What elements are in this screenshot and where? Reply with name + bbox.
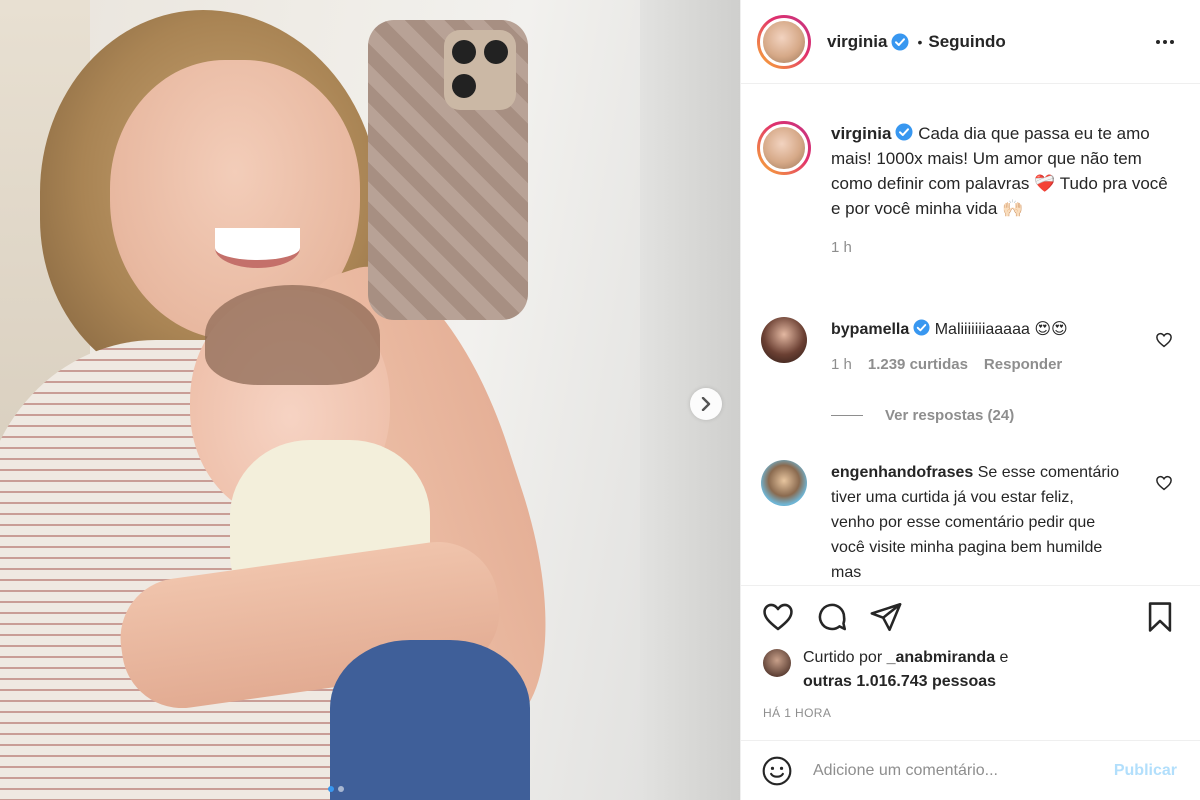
heart-icon[interactable] xyxy=(761,600,795,634)
comment-icon[interactable] xyxy=(815,600,849,634)
comment-text: Se esse comentário tiver uma curtida já … xyxy=(831,464,1120,581)
author-username[interactable]: virginia xyxy=(827,32,887,52)
photo-phone-camera xyxy=(444,30,516,110)
comment-item: bypamella Maliiiiiiiaaaaa 😍😍 1 h 1.239 c… xyxy=(757,317,1177,377)
comment-likes[interactable]: 1.239 curtidas xyxy=(868,352,968,377)
photo-jeans xyxy=(330,640,530,800)
comment-input[interactable]: Adicione um comentário... xyxy=(813,762,1114,780)
liker-avatar[interactable] xyxy=(763,649,791,677)
carousel-dot xyxy=(338,786,344,792)
carousel-dot-active xyxy=(328,786,334,792)
follow-status-button[interactable]: Seguindo xyxy=(928,32,1005,52)
share-icon[interactable] xyxy=(869,600,903,634)
carousel-dots xyxy=(328,786,344,792)
comment-avatar[interactable] xyxy=(761,460,807,506)
caption-time: 1 h xyxy=(831,239,852,256)
comment-time: 1 h xyxy=(831,356,852,373)
likes-summary: Curtido por _anabmiranda e outras 1.016.… xyxy=(763,646,1183,694)
likes-prefix: Curtido por xyxy=(803,649,883,666)
add-comment-bar: Adicione um comentário... Publicar xyxy=(741,740,1200,800)
bookmark-icon[interactable] xyxy=(1143,600,1177,634)
verified-badge-icon xyxy=(913,319,930,336)
photo-smile xyxy=(215,228,300,268)
post-header: virginia • Seguindo xyxy=(741,0,1200,84)
caption-username[interactable]: virginia xyxy=(831,124,891,143)
post-caption: virginia Cada dia que passa eu te amo ma… xyxy=(757,121,1177,260)
comment-text: Maliiiiiiiaaaaa 😍😍 xyxy=(934,321,1068,338)
comment-reply-button[interactable]: Responder xyxy=(984,352,1062,377)
post-actions-bar xyxy=(741,585,1200,655)
carousel-next-button[interactable] xyxy=(690,388,722,420)
likes-connector: e xyxy=(999,649,1009,666)
comment-username[interactable]: engenhandofrases xyxy=(831,464,973,481)
verified-badge-icon xyxy=(895,123,913,141)
comments-list[interactable]: virginia Cada dia que passa eu te amo ma… xyxy=(741,85,1200,585)
view-replies-button[interactable]: Ver respostas (24) xyxy=(831,407,1014,424)
comment-like-heart-icon[interactable] xyxy=(1155,331,1173,349)
comment-item: engenhandofrases Se esse comentário tive… xyxy=(757,460,1177,585)
post-timestamp[interactable]: HÁ 1 HORA xyxy=(763,706,831,720)
publish-button[interactable]: Publicar xyxy=(1114,762,1177,780)
comment-meta: 1 h 1.239 curtidas Responder xyxy=(831,352,1121,377)
comment-like-heart-icon[interactable] xyxy=(1155,474,1173,492)
view-replies-label: Ver respostas (24) xyxy=(885,407,1015,424)
verified-badge-icon xyxy=(891,33,909,50)
author-line: virginia • Seguindo xyxy=(827,32,1006,52)
emoji-icon[interactable] xyxy=(761,755,793,787)
more-options-icon[interactable] xyxy=(1153,32,1177,52)
caption-avatar[interactable] xyxy=(757,121,811,175)
separator-dot: • xyxy=(917,33,923,50)
post-side-panel: virginia • Seguindo virginia Cada dia qu… xyxy=(740,0,1200,800)
comment-avatar[interactable] xyxy=(761,317,807,363)
comment-username[interactable]: bypamella xyxy=(831,321,909,338)
author-avatar[interactable] xyxy=(757,14,811,69)
likes-others[interactable]: outras 1.016.743 pessoas xyxy=(803,673,996,690)
photo-baby-hair xyxy=(205,285,380,385)
post-photo[interactable] xyxy=(0,0,740,800)
chevron-right-icon xyxy=(701,397,711,411)
liker-username[interactable]: _anabmiranda xyxy=(887,649,995,666)
